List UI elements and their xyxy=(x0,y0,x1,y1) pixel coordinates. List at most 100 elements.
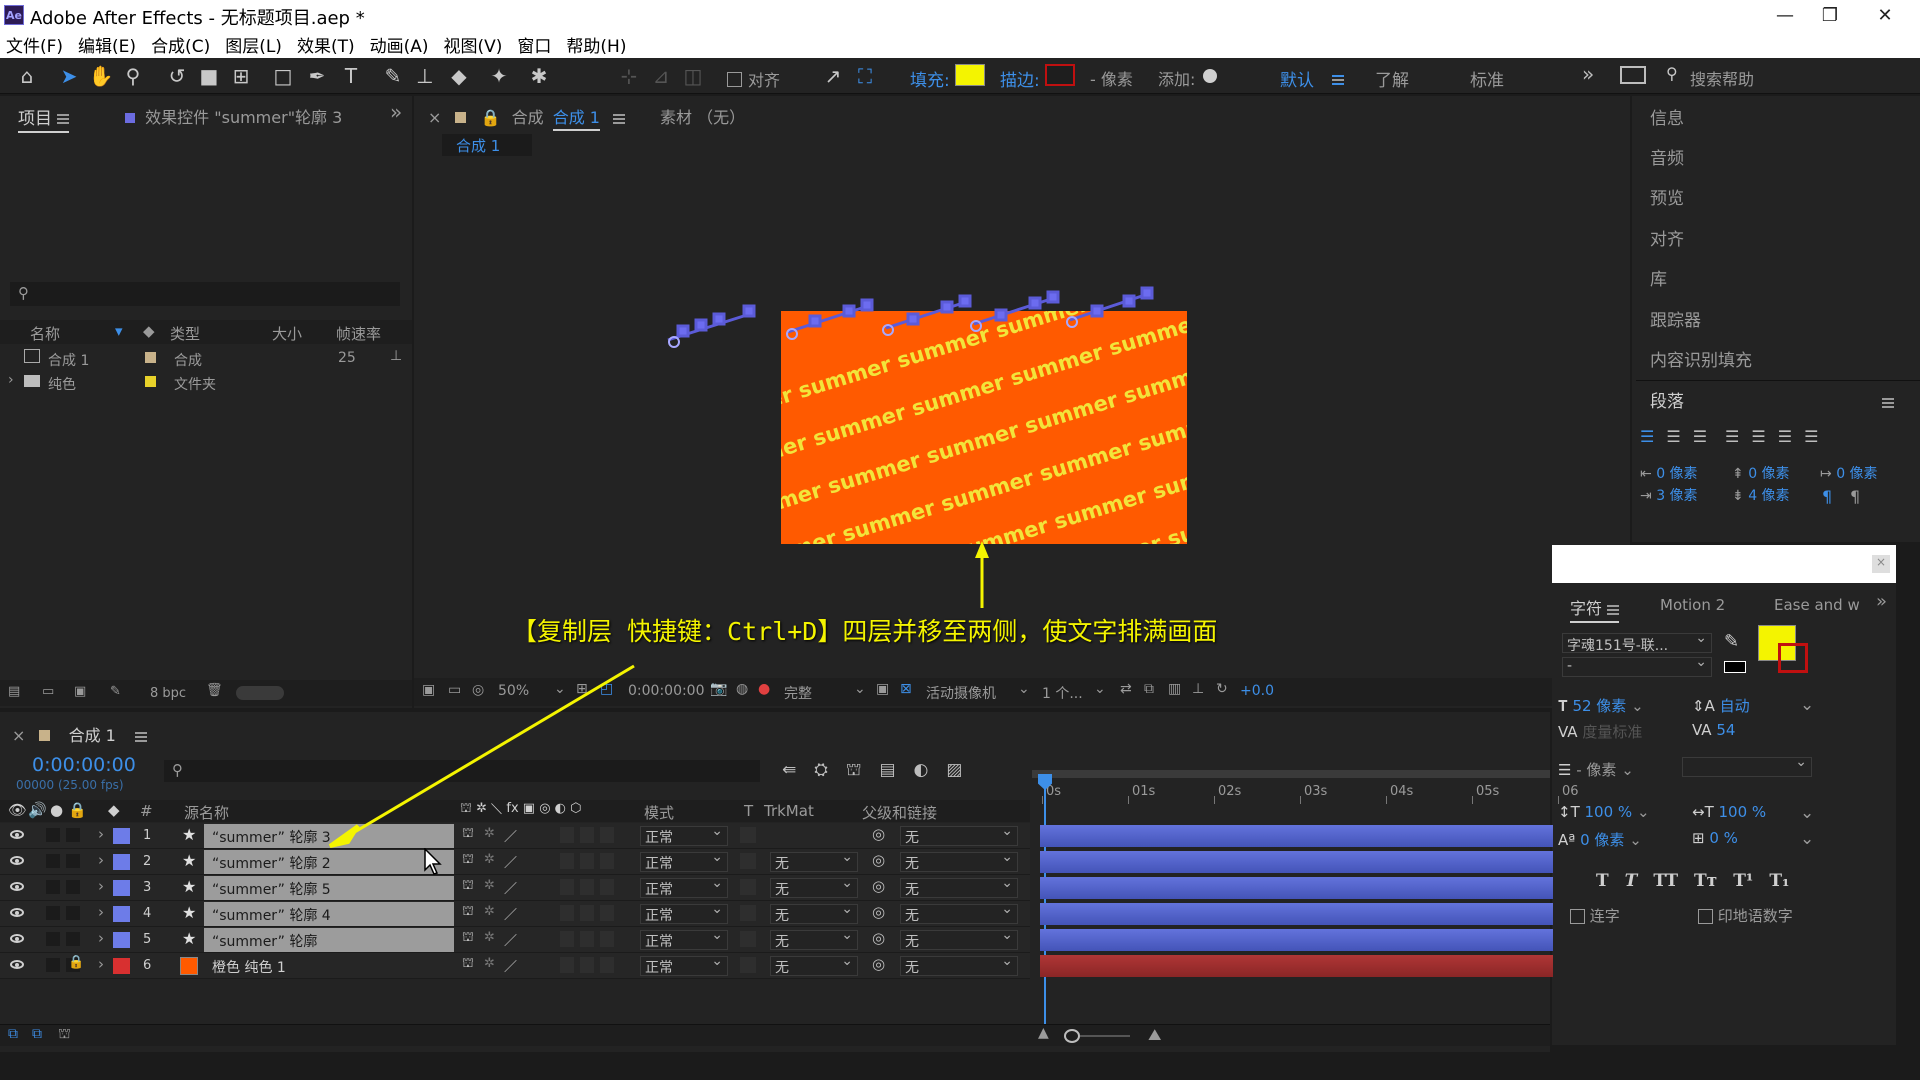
layer-duration-bar[interactable] xyxy=(1040,851,1553,873)
flowchart-view-icon[interactable]: ▥ xyxy=(1168,681,1181,697)
horizontal-scale-value[interactable]: 100 % xyxy=(1719,803,1767,821)
small-caps-icon[interactable]: Tт xyxy=(1694,871,1717,891)
quality-switch-icon[interactable]: ✲ xyxy=(484,904,495,919)
solo-switch-empty[interactable] xyxy=(66,906,80,920)
toggle-pixel-aspect-icon[interactable]: ⇄ xyxy=(1120,681,1132,697)
parent-select[interactable]: 无 xyxy=(900,823,1018,846)
effects-switch[interactable] xyxy=(560,879,574,895)
show-snapshot-icon[interactable]: ◍ xyxy=(736,681,748,697)
frame-blending-icon[interactable]: ▤ xyxy=(879,760,895,782)
layer-duration-bar[interactable] xyxy=(1040,929,1553,951)
audio-switch-empty[interactable] xyxy=(46,828,60,842)
thumbnail-slider[interactable] xyxy=(236,686,284,700)
zoom-in-icon[interactable]: ⛰ xyxy=(1148,1025,1161,1045)
camera-chevron-icon[interactable]: ⌄ xyxy=(1018,681,1030,697)
lock-icon[interactable]: 🔒 xyxy=(68,955,84,970)
collapse-switch-icon[interactable]: ⛫ xyxy=(462,930,474,947)
project-menu-icon[interactable] xyxy=(57,114,70,124)
align-checkbox[interactable]: 对齐 xyxy=(727,67,780,91)
kerning-value[interactable]: 度量标准 xyxy=(1582,723,1642,741)
vertical-scale-value[interactable]: 100 % xyxy=(1585,803,1633,821)
views-select[interactable]: 1 个... xyxy=(1042,683,1083,703)
workspace-menu-icon[interactable] xyxy=(1332,70,1344,90)
layer-row[interactable]: › 3 ★ “summer” 轮廓 5 ⛫ ✲ ／ 正常 无 ◎ 无 xyxy=(0,875,1030,901)
tab-motion2[interactable]: Motion 2 xyxy=(1660,596,1725,614)
rectangle-tool-icon[interactable]: □ xyxy=(270,63,296,89)
paragraph-menu-icon[interactable] xyxy=(1882,393,1894,413)
solo-switch-icon[interactable]: ● xyxy=(50,801,63,819)
add-property-button[interactable] xyxy=(1203,69,1217,83)
tab-ease-and-wizz[interactable]: Ease and w xyxy=(1774,596,1860,614)
audio-switch-empty[interactable] xyxy=(46,880,60,894)
panel-preview[interactable]: 预览 xyxy=(1650,184,1684,209)
trkmat-select[interactable]: 无 xyxy=(770,849,858,872)
hscale-chevron-icon[interactable]: ⌄ xyxy=(1800,803,1814,823)
leading-chevron-icon[interactable]: ⌄ xyxy=(1800,695,1814,715)
stroke-width-value[interactable]: - 像素 xyxy=(1090,66,1133,90)
tsume[interactable]: ⊞ 0 % xyxy=(1692,829,1738,847)
leading[interactable]: ⇕A 自动 xyxy=(1692,695,1750,716)
indent-right-value[interactable]: 3 像素 xyxy=(1656,488,1697,504)
label-color-icon[interactable] xyxy=(113,958,130,974)
3d-layer-switch[interactable] xyxy=(600,957,614,973)
layer-duration-bar[interactable] xyxy=(1040,825,1553,847)
ltr-direction-icon[interactable]: ¶ xyxy=(1822,487,1832,506)
solo-switch-empty[interactable] xyxy=(66,854,80,868)
lock-switch-icon[interactable]: 🔒 xyxy=(68,801,87,819)
rtl-direction-icon[interactable]: ¶ xyxy=(1850,487,1860,506)
help-search[interactable]: ⚲ 搜索帮助 xyxy=(1662,64,1912,89)
quality-switch-icon[interactable]: ✲ xyxy=(484,878,495,893)
rotate-tool-icon[interactable]: ↺ xyxy=(164,63,190,89)
justify-center-icon[interactable]: ☰ xyxy=(1751,427,1765,446)
fast-preview-icon[interactable]: ▣ xyxy=(876,681,889,697)
layer-row[interactable]: 🔒 › 6 橙色 纯色 1 ⛫ ✲ ／ 正常 无 ◎ 无 xyxy=(0,953,1030,979)
layer-name[interactable]: “summer” 轮廓 xyxy=(204,928,454,952)
eyedropper-icon[interactable]: ✎ xyxy=(1724,631,1739,652)
panel-audio[interactable]: 音频 xyxy=(1650,144,1684,169)
layer-duration-bar[interactable] xyxy=(1040,877,1553,899)
hand-tool-icon[interactable]: ✋ xyxy=(88,63,114,89)
time-ruler[interactable]: 0s 01s 02s 03s 04s 05s 06 xyxy=(1032,760,1579,820)
solo-switch-empty[interactable] xyxy=(66,932,80,946)
menu-composition[interactable]: 合成(C) xyxy=(151,32,210,57)
menu-view[interactable]: 视图(V) xyxy=(444,32,503,57)
indent-first[interactable]: ↦ 0 像素 xyxy=(1820,463,1878,483)
lock-icon[interactable]: 🔒 xyxy=(481,108,501,127)
menu-effect[interactable]: 效果(T) xyxy=(297,32,355,57)
expand-chevron-icon[interactable]: › xyxy=(98,825,104,843)
zoom-out-icon[interactable]: ▲ xyxy=(1038,1025,1049,1041)
expand-chevron-icon[interactable]: › xyxy=(98,929,104,947)
3d-layer-switch[interactable] xyxy=(600,905,614,921)
superscript-icon[interactable]: T¹ xyxy=(1733,871,1753,891)
trkmat-select[interactable]: 无 xyxy=(770,875,858,898)
stroke-width-value[interactable]: - 像素 xyxy=(1576,761,1616,779)
pan-behind-tool-icon[interactable]: ⊞ xyxy=(228,63,254,89)
puppet-tool-icon[interactable]: ✱ xyxy=(526,63,552,89)
faux-italic-icon[interactable]: T xyxy=(1625,871,1638,891)
draft-3d-icon[interactable]: ⛭ xyxy=(814,760,828,782)
align-left-icon[interactable]: ☰ xyxy=(1640,427,1654,446)
current-time-display[interactable]: 0:00:00:00 xyxy=(32,754,136,776)
axis-world-icon[interactable]: ⊿ xyxy=(648,63,674,89)
hindi-digits-checkbox[interactable]: 印地语数字 xyxy=(1698,905,1793,926)
parent-pickwhip-icon[interactable]: ◎ xyxy=(872,903,885,921)
vertical-scale[interactable]: ↕T 100 % ⌄ xyxy=(1558,803,1650,821)
label-color-icon[interactable] xyxy=(113,932,130,948)
channel-rgb-icon[interactable]: ● xyxy=(758,681,770,697)
stroke-style-select[interactable] xyxy=(1682,754,1812,777)
tsume-chevron-icon[interactable]: ⌄ xyxy=(1800,829,1814,849)
solo-switch-empty[interactable] xyxy=(66,828,80,842)
justify-right-icon[interactable]: ☰ xyxy=(1778,427,1792,446)
shy-layers-icon[interactable]: ⛫ xyxy=(846,760,862,782)
fill-color-swatch[interactable] xyxy=(955,64,985,86)
comp-menu-icon[interactable] xyxy=(613,113,626,124)
transfer-controls-toggle-icon[interactable]: ⧉ xyxy=(32,1026,42,1042)
menu-help[interactable]: 帮助(H) xyxy=(566,32,626,57)
menu-window[interactable]: 窗口 xyxy=(517,32,551,57)
indent-right[interactable]: ⇥ 3 像素 xyxy=(1640,485,1698,505)
zoom-slider-track[interactable] xyxy=(1080,1035,1130,1037)
motion-blur-switch[interactable] xyxy=(580,879,594,895)
snapping-icon[interactable]: ↗ xyxy=(820,63,846,89)
axis-local-icon[interactable]: ⊹ xyxy=(616,63,642,89)
font-style-select[interactable]: - xyxy=(1562,654,1712,677)
